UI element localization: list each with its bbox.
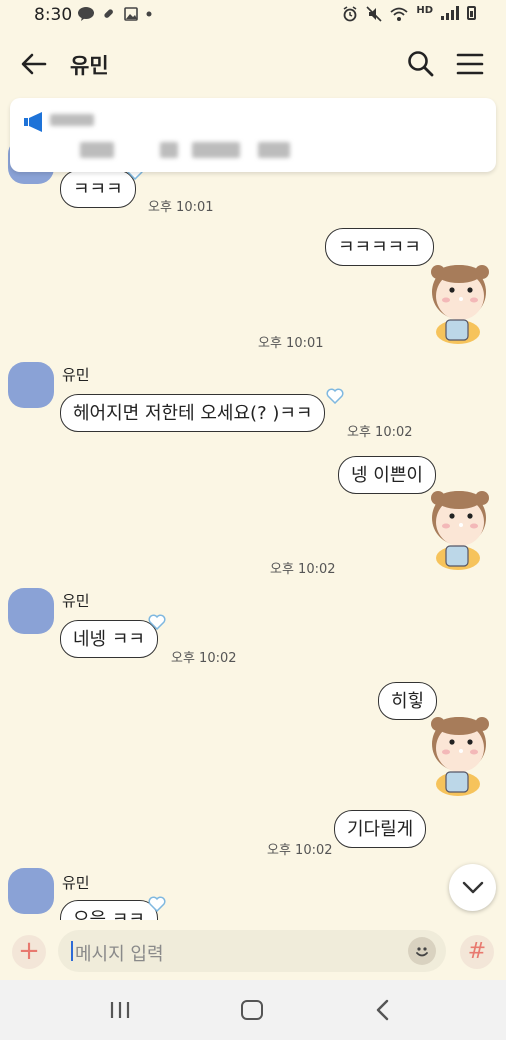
chat-title: 유민 (70, 54, 109, 78)
input-bar: + 메시지 입력 # (0, 920, 506, 980)
status-bar: 8:30 HD (0, 0, 506, 30)
heart-icon[interactable] (148, 896, 166, 912)
pill-icon (102, 7, 116, 25)
mute-icon (366, 6, 382, 26)
alarm-icon (342, 6, 358, 26)
dot-icon (146, 7, 152, 25)
notice-blurred-text (258, 142, 290, 158)
avatar[interactable] (8, 362, 54, 408)
message-time: 오후 10:01 (258, 336, 324, 351)
scroll-to-bottom-button[interactable] (449, 864, 496, 911)
back-button[interactable] (18, 48, 50, 80)
menu-icon (456, 53, 484, 75)
character-sticker[interactable] (428, 706, 490, 798)
message-bubble[interactable]: 네넹 ㅋㅋ (60, 620, 158, 658)
nav-back-button[interactable] (375, 999, 391, 1021)
chevron-down-icon (462, 881, 483, 893)
notice-blurred-text (192, 142, 240, 158)
search-button[interactable] (405, 48, 437, 80)
notice-blurred-text (160, 142, 178, 158)
character-sticker[interactable] (428, 480, 490, 572)
emoji-button[interactable] (408, 937, 436, 965)
signal-icon (441, 6, 459, 20)
text-caret (71, 941, 73, 961)
message-bubble[interactable]: 넹 이쁜이 (338, 456, 436, 494)
smiley-icon (416, 947, 428, 957)
avatar[interactable] (8, 588, 54, 634)
megaphone-icon (24, 112, 42, 132)
hd-voice-icon: HD (416, 5, 433, 16)
talk-icon (78, 7, 94, 25)
wifi-icon (390, 6, 408, 26)
sender-name: 유민 (62, 874, 90, 892)
message-bubble[interactable]: 기다릴게 (334, 810, 427, 848)
battery-icon (467, 6, 476, 20)
image-icon (124, 7, 138, 25)
chat-header: 유민 (0, 30, 506, 94)
status-system-icons: HD (342, 6, 476, 26)
hash-icon[interactable]: # (460, 935, 494, 969)
message-bubble[interactable]: ㅋㅋㅋㅋㅋ (325, 228, 434, 266)
status-notification-icons (78, 7, 152, 25)
heart-icon[interactable] (148, 614, 166, 630)
message-time: 오후 10:02 (267, 843, 333, 858)
message-bubble[interactable]: ㅋㅋㅋ (60, 170, 136, 208)
status-time: 8:30 (34, 5, 73, 25)
message-time: 오후 10:02 (171, 651, 237, 666)
message-list[interactable]: ㅋㅋㅋ 오후 10:01 ㅋㅋㅋㅋㅋ 오후 10:01 유민 헤어지면 저한테 … (0, 94, 506, 920)
message-time: 오후 10:01 (148, 200, 214, 215)
notice-blurred-text (80, 142, 114, 158)
message-time: 오후 10:02 (347, 425, 413, 440)
message-input-placeholder: 메시지 입력 (75, 944, 164, 965)
recent-apps-button[interactable] (108, 1000, 132, 1020)
message-bubble[interactable]: 으응 ㅋㅋ (60, 900, 158, 920)
menu-button[interactable] (454, 48, 486, 80)
back-arrow-icon (21, 53, 47, 75)
message-time: 오후 10:02 (270, 562, 336, 577)
avatar[interactable] (8, 868, 54, 914)
home-button[interactable] (241, 1000, 263, 1020)
message-bubble[interactable]: 헤어지면 저한테 오세요(? )ㅋㅋ (60, 394, 326, 432)
search-icon (408, 51, 434, 77)
plus-icon[interactable]: + (12, 935, 46, 969)
pinned-notice[interactable] (10, 98, 496, 172)
heart-icon[interactable] (326, 388, 344, 404)
notice-blurred-text (50, 114, 94, 126)
system-nav-bar (0, 980, 506, 1040)
sender-name: 유민 (62, 366, 90, 384)
sender-name: 유민 (62, 592, 90, 610)
character-sticker[interactable] (428, 254, 490, 346)
